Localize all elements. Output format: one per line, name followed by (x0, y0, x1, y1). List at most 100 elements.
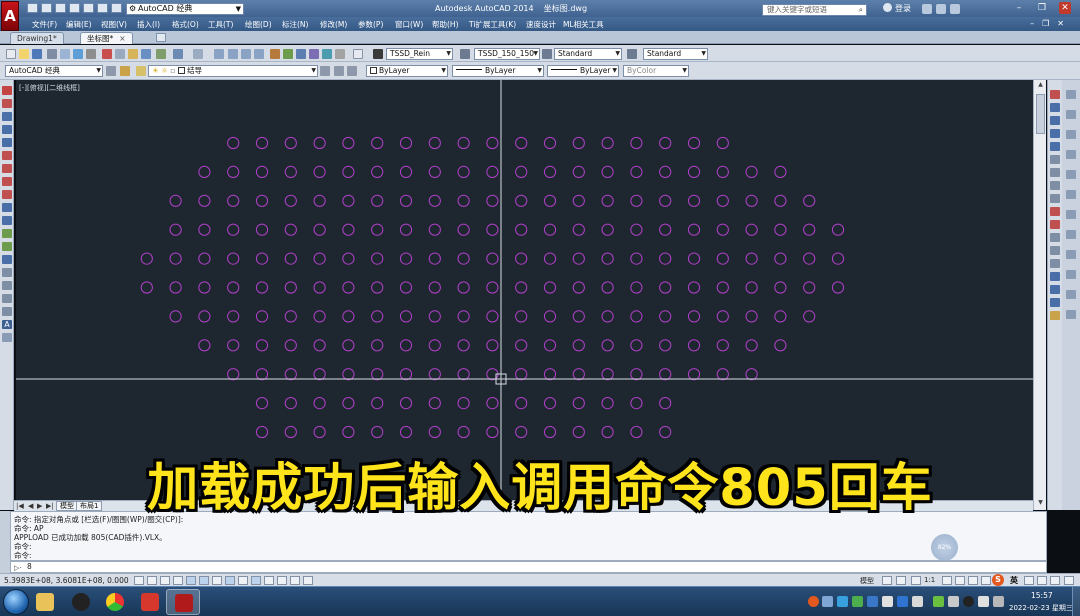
hole-circle[interactable] (428, 136, 441, 150)
hole-circle[interactable] (457, 165, 470, 179)
hole-circle[interactable] (630, 165, 643, 179)
file-tab-coordinate-drawing[interactable]: 坐标图* × (80, 32, 133, 44)
table-style-dropdown[interactable]: Standard ▼ (554, 48, 622, 60)
hole-circle[interactable] (371, 397, 384, 410)
annotation-visibility-icon[interactable] (942, 576, 952, 585)
hole-circle[interactable] (831, 281, 845, 294)
hole-circle[interactable] (572, 281, 585, 294)
hole-circle[interactable] (227, 281, 240, 294)
hole-circle[interactable] (687, 281, 701, 294)
continue-icon[interactable] (1066, 250, 1076, 259)
hole-circle[interactable] (543, 223, 557, 236)
hole-circle[interactable] (630, 425, 643, 439)
hole-circle[interactable] (601, 397, 614, 410)
hole-circle[interactable] (399, 136, 413, 150)
diameter-icon[interactable] (1066, 190, 1076, 199)
make-object-layer-current-icon[interactable] (320, 66, 330, 76)
hole-circle[interactable] (399, 339, 413, 352)
hole-circle[interactable] (601, 425, 614, 439)
open-file-icon[interactable] (41, 3, 52, 13)
hole-circle[interactable] (342, 136, 355, 150)
annotation-scale-value[interactable]: 1:1 (924, 576, 935, 584)
hole-circle[interactable] (515, 223, 528, 236)
hole-circle[interactable] (630, 310, 643, 323)
open-icon[interactable] (19, 49, 29, 59)
hole-circle[interactable] (342, 194, 355, 207)
color-dropdown[interactable]: ByLayer ▼ (366, 65, 448, 77)
region-icon[interactable] (2, 294, 12, 303)
hole-circle[interactable] (371, 339, 384, 352)
dynamic-input-icon[interactable] (251, 576, 261, 585)
hole-circle[interactable] (572, 310, 585, 323)
hole-circle[interactable] (313, 368, 326, 381)
last-tab-arrow[interactable]: ▶| (46, 502, 54, 510)
hole-circle[interactable] (486, 310, 499, 323)
show-desktop-button[interactable] (1072, 587, 1080, 616)
tray-bluetooth-icon[interactable] (897, 596, 908, 607)
hole-circle[interactable] (601, 281, 614, 294)
hole-circle[interactable] (486, 339, 499, 352)
hole-circle[interactable] (630, 136, 643, 150)
hole-circle[interactable] (342, 281, 355, 294)
hole-circle[interactable] (457, 397, 470, 410)
hole-circle[interactable] (313, 425, 326, 439)
hole-circle[interactable] (227, 339, 240, 352)
minimize-window-button[interactable]: – (1013, 2, 1025, 14)
hole-circle[interactable] (543, 194, 557, 207)
hole-circle[interactable] (284, 310, 297, 323)
break-icon[interactable] (1050, 246, 1060, 255)
stretch-icon[interactable] (1050, 194, 1060, 203)
hole-circle[interactable] (515, 281, 528, 294)
layer-dropdown[interactable]: ☀ ☼ ▫ 结导 ▼ (148, 65, 318, 77)
hole-circle[interactable] (313, 339, 326, 352)
hole-circle[interactable] (572, 339, 585, 352)
hole-circle[interactable] (630, 252, 643, 265)
hole-circle[interactable] (198, 252, 211, 265)
hole-circle[interactable] (342, 397, 355, 410)
hole-circle[interactable] (601, 194, 614, 207)
hole-circle[interactable] (486, 281, 499, 294)
next-tab-arrow[interactable]: ▶ (37, 502, 42, 510)
hole-circle[interactable] (601, 339, 614, 352)
hole-circle[interactable] (687, 223, 701, 236)
design-center-icon[interactable] (283, 49, 293, 59)
new-tab-button[interactable] (156, 33, 166, 42)
hole-circle[interactable] (745, 223, 758, 236)
hole-circle[interactable] (716, 310, 729, 323)
hole-circle[interactable] (630, 223, 643, 236)
hole-circle[interactable] (227, 136, 240, 150)
add-selected-icon[interactable] (2, 333, 12, 342)
multileader-style-dropdown[interactable]: Standard ▼ (643, 48, 708, 60)
revision-cloud-icon[interactable] (2, 177, 12, 186)
hole-circle[interactable] (486, 252, 499, 265)
ime-keyboard-icon[interactable] (1037, 576, 1047, 585)
help-icon[interactable] (950, 4, 960, 14)
command-window-handle[interactable] (0, 511, 10, 573)
plot-style-dropdown[interactable]: ByColor ▼ (623, 65, 689, 77)
tray-wechat-icon[interactable] (852, 596, 863, 607)
hole-circle[interactable] (457, 310, 470, 323)
transparency-icon[interactable] (277, 576, 287, 585)
layer-properties-icon[interactable] (120, 66, 130, 76)
3d-print-icon[interactable] (86, 49, 96, 59)
hole-circle[interactable] (543, 397, 557, 410)
hole-circle[interactable] (659, 136, 672, 150)
vertical-scrollbar[interactable]: ▲ ▼ (1033, 80, 1046, 510)
hole-circle[interactable] (227, 223, 240, 236)
workspace-dropdown[interactable]: ⚙ AutoCAD 经典 ▼ (126, 3, 244, 15)
hole-circle[interactable] (486, 223, 499, 236)
zoom-realtime-icon[interactable] (228, 49, 238, 59)
hole-circle[interactable] (630, 339, 643, 352)
hole-circle[interactable] (399, 194, 413, 207)
hole-circle[interactable] (371, 310, 384, 323)
ime-settings-icon[interactable] (1050, 576, 1060, 585)
linear-dimension-icon[interactable] (1066, 90, 1076, 99)
hole-circle[interactable] (572, 425, 585, 439)
stay-connected-icon[interactable] (936, 4, 946, 14)
hole-circle[interactable] (313, 194, 326, 207)
menu-ml-tools[interactable]: ML相关工具 (563, 19, 604, 30)
menu-edit[interactable]: 编辑(E) (66, 19, 92, 30)
quickcalc-icon[interactable] (335, 49, 345, 59)
hole-circle[interactable] (515, 136, 528, 150)
quick-view-layouts-icon[interactable] (882, 576, 892, 585)
